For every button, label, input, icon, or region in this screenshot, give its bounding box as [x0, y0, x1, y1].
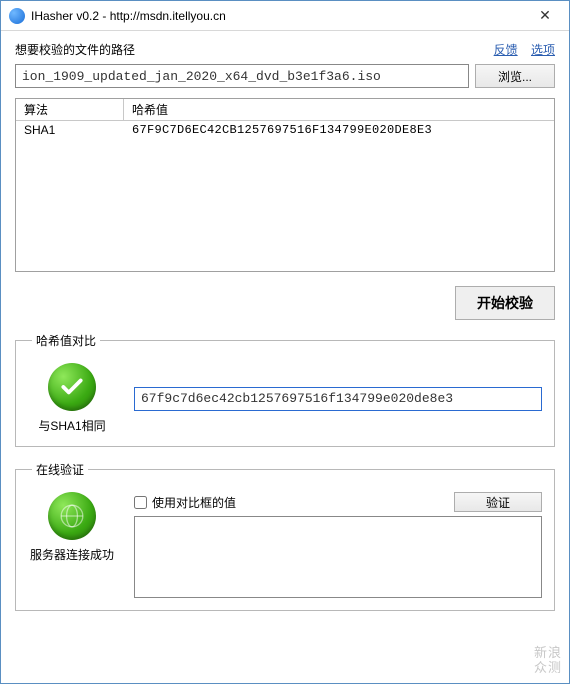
hash-table-body: SHA1 67F9C7D6EC42CB1257697516F134799E020… — [16, 121, 554, 139]
path-label: 想要校验的文件的路径 — [15, 41, 484, 58]
verify-status-col: 服务器连接成功 — [28, 492, 116, 598]
app-icon — [9, 8, 25, 24]
verify-fieldset: 在线验证 服务器连接成功 — [15, 461, 555, 611]
use-compare-checkbox[interactable] — [134, 496, 147, 509]
hash-table: 算法 哈希值 SHA1 67F9C7D6EC42CB1257697516F134… — [15, 98, 555, 272]
window-title: IHasher v0.2 - http://msdn.itellyou.cn — [31, 9, 523, 23]
feedback-link[interactable]: 反馈 — [494, 43, 518, 57]
cell-hash: 67F9C7D6EC42CB1257697516F134799E020DE8E3 — [124, 123, 554, 137]
titlebar: IHasher v0.2 - http://msdn.itellyou.cn ✕ — [1, 1, 569, 31]
start-row: 开始校验 — [15, 286, 555, 320]
use-compare-checkbox-label[interactable]: 使用对比框的值 — [134, 494, 454, 511]
content-area: 想要校验的文件的路径 反馈 选项 浏览... 算法 哈希值 SHA1 67F9C… — [1, 31, 569, 639]
table-row[interactable]: SHA1 67F9C7D6EC42CB1257697516F134799E020… — [16, 121, 554, 139]
verify-button[interactable]: 验证 — [454, 492, 542, 512]
file-path-input[interactable] — [15, 64, 469, 88]
compare-status-col: 与SHA1相同 — [28, 363, 116, 434]
hash-table-header: 算法 哈希值 — [16, 99, 554, 121]
compare-fieldset: 哈希值对比 与SHA1相同 — [15, 332, 555, 447]
compare-status-text: 与SHA1相同 — [38, 417, 105, 434]
compare-input[interactable] — [134, 387, 542, 411]
options-link[interactable]: 选项 — [531, 43, 555, 57]
header-links: 反馈 选项 — [484, 41, 555, 58]
verify-legend: 在线验证 — [32, 461, 88, 478]
verify-right: 使用对比框的值 验证 — [134, 492, 542, 598]
verify-status-text: 服务器连接成功 — [30, 546, 114, 563]
app-window: IHasher v0.2 - http://msdn.itellyou.cn ✕… — [0, 0, 570, 684]
verify-textarea[interactable] — [134, 516, 542, 598]
compare-body: 与SHA1相同 — [28, 363, 542, 434]
cell-algo: SHA1 — [16, 123, 124, 137]
browse-button[interactable]: 浏览... — [475, 64, 555, 88]
close-button[interactable]: ✕ — [523, 2, 567, 30]
col-header-hash[interactable]: 哈希值 — [124, 101, 554, 118]
path-header-row: 想要校验的文件的路径 反馈 选项 — [15, 41, 555, 58]
path-input-row: 浏览... — [15, 64, 555, 88]
check-icon — [48, 363, 96, 411]
verify-top-row: 使用对比框的值 验证 — [134, 492, 542, 512]
compare-legend: 哈希值对比 — [32, 332, 100, 349]
checkbox-text: 使用对比框的值 — [152, 494, 236, 511]
start-button[interactable]: 开始校验 — [455, 286, 555, 320]
col-header-algo[interactable]: 算法 — [16, 99, 124, 120]
verify-body: 服务器连接成功 使用对比框的值 验证 — [28, 492, 542, 598]
globe-icon — [48, 492, 96, 540]
